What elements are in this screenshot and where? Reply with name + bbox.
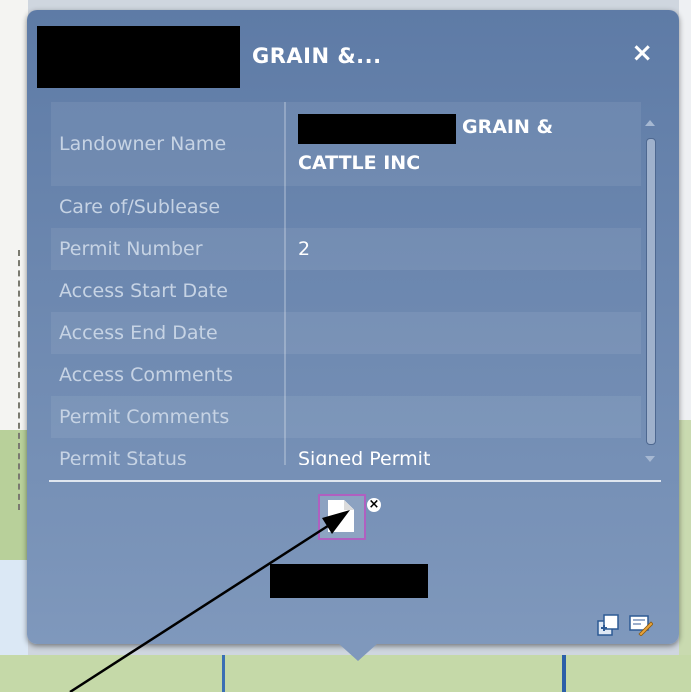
scroll-down-arrow-icon[interactable] [645,456,655,462]
attribute-label: Permit Status [51,438,286,465]
map-road [562,655,566,692]
table-row: Landowner Name GRAIN & CATTLE INC [51,102,641,186]
redaction-block [298,114,456,144]
zoom-to-icon[interactable] [597,614,619,636]
popup-actions [597,612,657,642]
table-row: Access End Date [51,312,641,354]
table-row: Care of/Sublease [51,186,641,228]
attribute-label: Permit Comments [51,396,286,438]
attribute-value [285,354,641,396]
attribute-value: 2 [285,228,641,270]
scrollbar-thumb[interactable] [646,138,656,445]
table-row: Access Comments [51,354,641,396]
map-boundary-line [18,250,24,510]
redaction-block [270,564,428,598]
attribute-value [285,312,641,354]
attribute-label: Permit Number [51,228,286,270]
popup-title: GRAIN &... [252,44,382,68]
attribute-value [285,270,641,312]
map-background-right [679,0,691,692]
landowner-name-line1: GRAIN & [462,116,554,138]
attribute-value [285,396,641,438]
redaction-block [37,26,240,88]
attribute-value: GRAIN & CATTLE INC [285,102,641,186]
table-row: Permit Number 2 [51,228,641,270]
feature-popup: GRAIN &... × Landowner Name GRAIN & CATT… [27,10,679,644]
close-icon[interactable]: × [631,40,653,66]
divider [49,480,661,482]
attribute-label: Landowner Name [51,102,286,186]
attribute-table: Landowner Name GRAIN & CATTLE INC Care o… [51,102,641,465]
attribute-label: Access Start Date [51,270,286,312]
table-row: Access Start Date [51,270,641,312]
map-road [222,655,225,692]
document-icon [328,500,354,532]
popup-title-bar: GRAIN &... × [37,26,667,88]
attribute-label: Access Comments [51,354,286,396]
attribute-label: Access End Date [51,312,286,354]
table-row: Permit Comments [51,396,641,438]
table-row: Permit Status Signed Permit [51,438,641,465]
remove-attachment-icon[interactable]: × [367,498,381,512]
popup-pointer [338,643,378,661]
landowner-name-line2: CATTLE INC [298,152,421,174]
document-fold-icon [344,500,354,510]
attribute-label: Care of/Sublease [51,186,286,228]
attribute-table-container[interactable]: Landowner Name GRAIN & CATTLE INC Care o… [51,102,661,465]
edit-icon[interactable] [629,614,653,636]
attribute-value: Signed Permit [298,448,431,465]
attachment-thumbnail[interactable] [318,494,366,540]
attribute-value [285,186,641,228]
scroll-up-arrow-icon[interactable] [645,120,655,126]
